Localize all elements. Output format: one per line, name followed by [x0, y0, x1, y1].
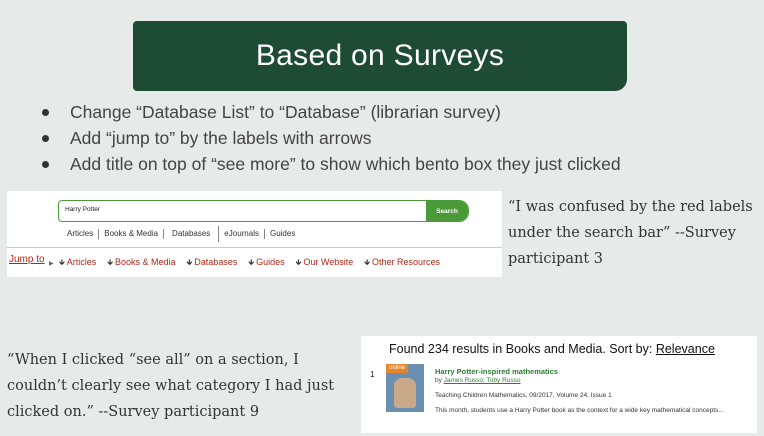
arrow-down-icon: 🡻	[364, 258, 370, 267]
bullet-item: Add “jump to” by the labels with arrows	[40, 125, 621, 151]
quote-participant-3: “I was confused by the red labels under …	[508, 199, 753, 267]
arrow-down-icon: 🡻	[107, 258, 114, 267]
arrow-down-icon: 🡻	[248, 258, 255, 267]
jump-link-our-website: 🡻 Our Website	[295, 257, 354, 267]
search-query: Harry Potter	[65, 206, 101, 213]
search-bar: Harry Potter Search	[58, 200, 469, 222]
result-number: 1	[370, 370, 375, 379]
bullet-item: Change “Database List” to “Database” (li…	[40, 99, 621, 125]
title-banner: Based on Surveys	[133, 21, 627, 91]
tab-articles: Articles	[62, 229, 100, 239]
quote-participant-9: “When I clicked “see all” on a section, …	[7, 352, 335, 420]
bullet-dot-icon	[42, 161, 49, 168]
search-tabs: Articles Books & Media Databases eJourna…	[62, 226, 300, 242]
jump-links: 🡻 Articles 🡻 Books & Media 🡻 Databases 🡻 Gui…	[59, 257, 440, 271]
bullet-dot-icon	[42, 109, 49, 116]
result-source: Teaching Children Mathematics, 09/2017, …	[435, 392, 612, 399]
search-screenshot: Harry Potter Search Articles Books & Med…	[7, 191, 502, 277]
bullet-list: Change “Database List” to “Database” (li…	[40, 99, 621, 177]
results-screenshot: Found 234 results in Books and Media. So…	[361, 336, 757, 433]
book-cover-thumbnail: online	[386, 364, 424, 412]
tab-guides: Guides	[269, 229, 296, 238]
tab-ejournals: eJournals	[219, 229, 265, 239]
triangle-right-icon: ▶	[49, 261, 54, 267]
slide-title: Based on Surveys	[255, 39, 505, 72]
jump-link-databases: 🡻 Databases	[186, 257, 238, 267]
bullet-item: Add title on top of “see more” to show w…	[40, 151, 621, 177]
bullet-dot-icon	[42, 135, 49, 142]
result-title: Harry Potter-inspired mathematics	[435, 367, 558, 376]
jump-link-other-resources: 🡻 Other Resources	[364, 257, 440, 267]
cover-figure-icon	[394, 378, 416, 408]
search-button: Search	[426, 201, 468, 221]
arrow-down-icon: 🡻	[59, 258, 65, 267]
jump-link-guides: 🡻 Guides	[248, 257, 285, 267]
slide: Based on Surveys Change “Database List” …	[0, 0, 764, 436]
arrow-down-icon: 🡻	[295, 258, 302, 267]
online-badge: online	[386, 364, 408, 373]
jump-link-articles: 🡻 Articles	[59, 257, 97, 267]
result-authors: by James Russo; Toby Russo	[435, 377, 521, 384]
results-summary: Found 234 results in Books and Media. So…	[389, 342, 715, 356]
tab-databases: Databases	[164, 226, 220, 242]
sort-relevance: Relevance	[655, 342, 715, 356]
divider	[7, 247, 502, 248]
jump-link-books-media: 🡻 Books & Media	[107, 257, 176, 267]
result-description: This month, students use a Harry Potter …	[435, 407, 724, 414]
tab-books-media: Books & Media	[99, 229, 165, 239]
arrow-down-icon: 🡻	[186, 258, 193, 267]
jump-to-label: Jump to	[9, 254, 45, 265]
